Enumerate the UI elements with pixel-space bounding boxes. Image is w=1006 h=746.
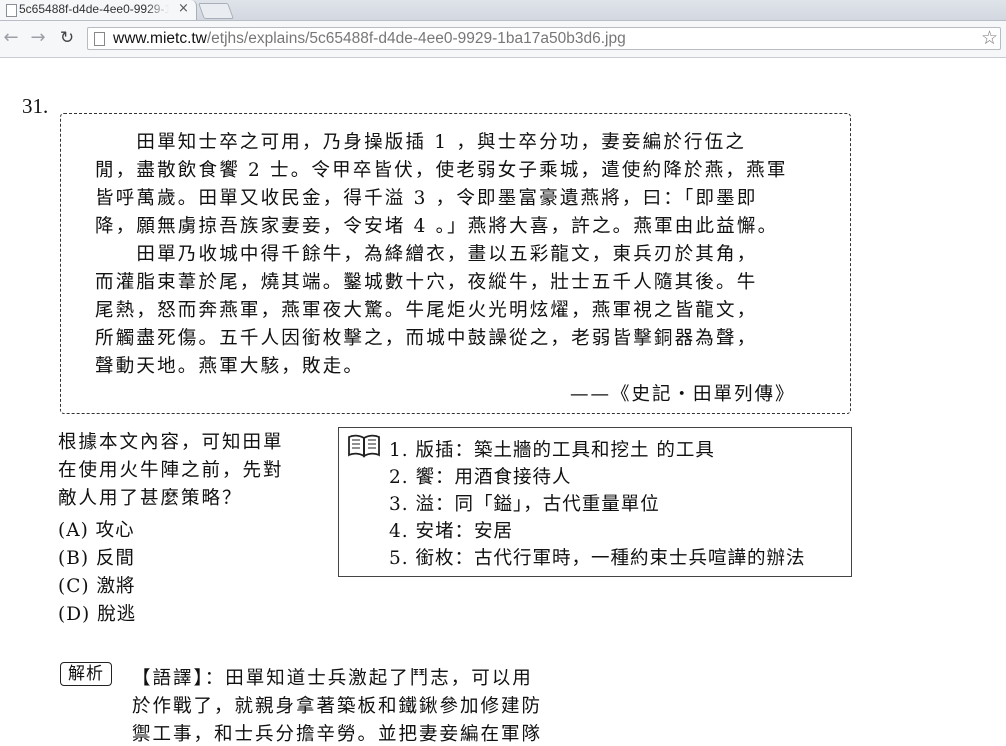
note-item: 2. 饗：用酒食接待人 [389, 467, 572, 488]
question-prompt-line: 在使用火牛陣之前，先對 [58, 460, 284, 481]
open-book-icon [348, 434, 380, 458]
analysis-line: 禦工事，和士兵分擔辛勞。並把妻妾編在軍隊 [132, 724, 543, 745]
browser-tab[interactable]: 5c65488f-d4de-4ee0-9929-1ba17a50b3d6.jpg… [0, 0, 197, 20]
back-button[interactable]: ← [0, 27, 22, 49]
passage-line: 尾熱，怒而奔燕軍，燕軍夜大驚。牛尾炬火光明炫燿，燕軍視之皆龍文， [95, 300, 758, 321]
passage-line: 田單知士卒之可用，乃身操版插 1 ，與士卒分功，妻妾編於行伍之 [95, 132, 747, 153]
new-tab-button[interactable] [198, 3, 234, 19]
note-item: 5. 銜枚：古代行軍時，一種約束士兵喧譁的辦法 [389, 548, 806, 569]
question-prompt-line: 敵人用了甚麼策略？ [58, 488, 243, 509]
passage-line: 皆呼萬歲。田單又收民金，得千溢 3 ，令即墨富豪遺燕將，曰：「即墨即 [95, 188, 758, 209]
note-item: 1. 版插：築土牆的工具和挖土 的工具 [389, 440, 715, 461]
option-d[interactable]: (D) 脫逃 [58, 600, 136, 626]
page-favicon-icon [6, 4, 17, 17]
analysis-line: 【語譯】：田單知道士兵激起了鬥志，可以用 [132, 668, 533, 689]
passage-line: 閒，盡散飲食饗 2 士。令甲卒皆伏，使老弱女子乘城，遣使約降於燕，燕軍 [95, 160, 788, 181]
url-path: /etjhs/explains/5c65488f-d4de-4ee0-9929-… [206, 30, 626, 47]
browser-toolbar: ← → ↻ www.mietc.tw/etjhs/explains/5c6548… [0, 21, 1006, 58]
question-prompt-line: 根據本文內容，可知田單 [58, 432, 284, 453]
option-c[interactable]: (C) 激將 [58, 572, 135, 598]
passage-line: 降，願無虜掠吾族家妻妾，令安堵 4 。」燕將大喜，許之。燕軍由此益懈。 [95, 216, 779, 237]
analysis-badge: 解析 [60, 662, 112, 686]
passage-line: 所觸盡死傷。五千人因銜枚擊之，而城中鼓譟從之，老弱皆擊銅器為聲， [95, 328, 758, 349]
tab-title: 5c65488f-d4de-4ee0-9929-1ba17a50b3d6.jpg [19, 2, 169, 16]
question-number: 31. [22, 94, 49, 118]
note-item: 3. 溢：同「鎰」，古代重量單位 [389, 494, 660, 515]
close-tab-icon[interactable]: × [178, 1, 189, 16]
passage-line: 而灌脂束葦於尾，燒其端。鑿城數十穴，夜縱牛，壯士五千人隨其後。牛 [95, 272, 758, 293]
passage-line: 田單乃收城中得千餘牛，為絳繒衣，畫以五彩龍文，東兵刃於其角， [95, 244, 758, 265]
reload-button[interactable]: ↻ [56, 27, 78, 49]
address-bar[interactable]: www.mietc.tw/etjhs/explains/5c65488f-d4d… [87, 27, 1001, 50]
analysis-line: 於作戰了，就親身拿著築板和鐵鍬參加修建防 [132, 696, 543, 717]
note-item: 4. 安堵：安居 [389, 521, 514, 542]
option-a[interactable]: (A) 攻心 [58, 516, 135, 542]
passage-line: 聲動天地。燕軍大駭，敗走。 [95, 356, 365, 377]
tab-strip: 5c65488f-d4de-4ee0-9929-1ba17a50b3d6.jpg… [0, 0, 1006, 21]
bookmark-star-icon[interactable]: ☆ [981, 27, 998, 49]
page-icon [94, 32, 105, 46]
option-b[interactable]: (B) 反間 [58, 544, 135, 570]
url-text[interactable]: www.mietc.tw/etjhs/explains/5c65488f-d4d… [113, 30, 626, 48]
forward-button[interactable]: → [27, 27, 49, 49]
passage-source: ——《史記・田單列傳》 [570, 384, 796, 405]
url-host: www.mietc.tw [113, 30, 207, 47]
